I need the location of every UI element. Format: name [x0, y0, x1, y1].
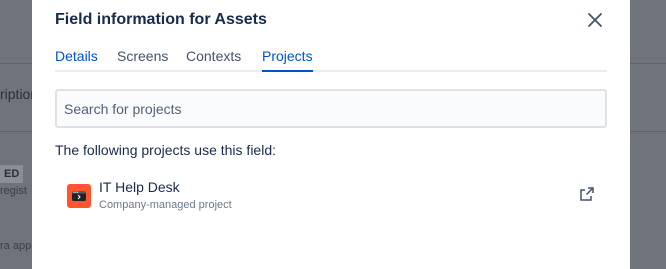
- tab-contexts[interactable]: Contexts: [186, 48, 241, 70]
- background-text: ra app: [0, 240, 32, 252]
- background-page-right: [630, 0, 666, 269]
- close-button[interactable]: [584, 9, 606, 31]
- open-project-button[interactable]: [579, 186, 595, 202]
- project-name-link[interactable]: IT Help Desk: [99, 179, 180, 195]
- project-list-item: IT Help Desk Company-managed project: [67, 177, 597, 215]
- background-text: regist: [0, 185, 27, 197]
- background-divider: [630, 131, 666, 132]
- tab-details[interactable]: Details: [55, 48, 98, 70]
- background-divider: [630, 63, 666, 64]
- project-avatar: [67, 184, 91, 208]
- project-type: Company-managed project: [99, 199, 232, 211]
- close-icon: [588, 13, 602, 27]
- project-avatar-icon: [72, 191, 86, 201]
- tab-projects[interactable]: Projects: [262, 48, 313, 72]
- search-projects-input[interactable]: [55, 89, 607, 128]
- tab-screens[interactable]: Screens: [117, 48, 168, 70]
- external-link-icon: [580, 187, 594, 201]
- dialog-title: Field information for Assets: [55, 11, 267, 28]
- projects-subheading: The following projects use this field:: [55, 142, 276, 158]
- field-information-dialog: Field information for Assets Details Scr…: [32, 0, 630, 269]
- tab-bar: Details Screens Contexts Projects: [55, 46, 607, 72]
- background-status-badge: ED: [0, 165, 24, 183]
